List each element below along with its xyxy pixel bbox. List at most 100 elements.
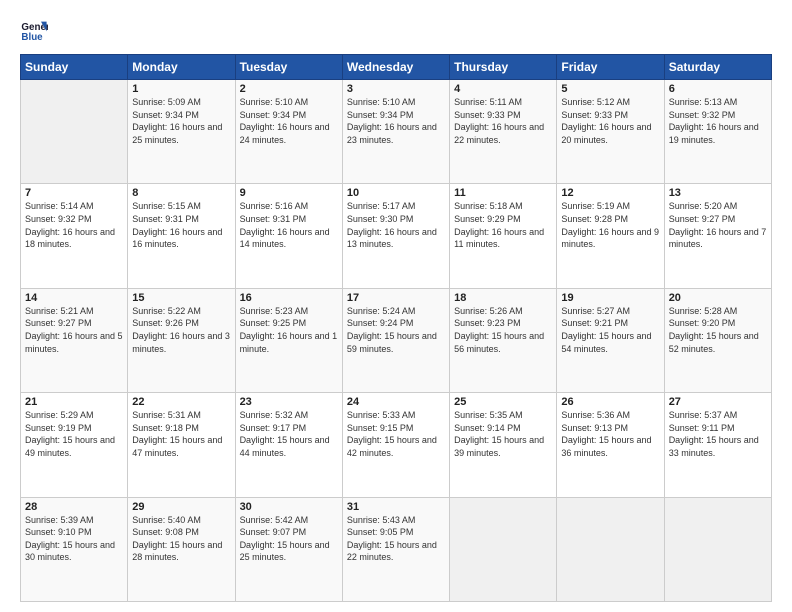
day-number: 20 [669,292,767,304]
svg-text:Blue: Blue [21,32,43,43]
day-detail: Sunrise: 5:15 AMSunset: 9:31 PMDaylight:… [132,200,230,250]
day-number: 8 [132,187,230,199]
day-number: 10 [347,187,445,199]
day-number: 7 [25,187,123,199]
weekday-header-tuesday: Tuesday [235,55,342,80]
calendar-cell: 18Sunrise: 5:26 AMSunset: 9:23 PMDayligh… [450,288,557,392]
day-number: 30 [240,501,338,513]
day-detail: Sunrise: 5:13 AMSunset: 9:32 PMDaylight:… [669,96,767,146]
calendar-cell: 9Sunrise: 5:16 AMSunset: 9:31 PMDaylight… [235,184,342,288]
day-number: 14 [25,292,123,304]
day-number: 26 [561,396,659,408]
day-detail: Sunrise: 5:29 AMSunset: 9:19 PMDaylight:… [25,409,123,459]
calendar-cell: 31Sunrise: 5:43 AMSunset: 9:05 PMDayligh… [342,497,449,601]
calendar-cell: 29Sunrise: 5:40 AMSunset: 9:08 PMDayligh… [128,497,235,601]
day-detail: Sunrise: 5:20 AMSunset: 9:27 PMDaylight:… [669,200,767,250]
day-detail: Sunrise: 5:26 AMSunset: 9:23 PMDaylight:… [454,305,552,355]
weekday-header-monday: Monday [128,55,235,80]
week-row-0: 1Sunrise: 5:09 AMSunset: 9:34 PMDaylight… [21,80,772,184]
calendar-cell: 21Sunrise: 5:29 AMSunset: 9:19 PMDayligh… [21,393,128,497]
calendar-cell: 16Sunrise: 5:23 AMSunset: 9:25 PMDayligh… [235,288,342,392]
calendar-cell: 27Sunrise: 5:37 AMSunset: 9:11 PMDayligh… [664,393,771,497]
calendar-cell: 10Sunrise: 5:17 AMSunset: 9:30 PMDayligh… [342,184,449,288]
day-detail: Sunrise: 5:10 AMSunset: 9:34 PMDaylight:… [240,96,338,146]
day-number: 25 [454,396,552,408]
header: General Blue [20,16,772,44]
week-row-2: 14Sunrise: 5:21 AMSunset: 9:27 PMDayligh… [21,288,772,392]
calendar-cell: 5Sunrise: 5:12 AMSunset: 9:33 PMDaylight… [557,80,664,184]
day-number: 9 [240,187,338,199]
calendar-cell: 26Sunrise: 5:36 AMSunset: 9:13 PMDayligh… [557,393,664,497]
calendar-cell: 28Sunrise: 5:39 AMSunset: 9:10 PMDayligh… [21,497,128,601]
calendar-cell: 11Sunrise: 5:18 AMSunset: 9:29 PMDayligh… [450,184,557,288]
logo: General Blue [20,16,48,44]
day-number: 24 [347,396,445,408]
day-number: 27 [669,396,767,408]
calendar-cell [557,497,664,601]
day-detail: Sunrise: 5:27 AMSunset: 9:21 PMDaylight:… [561,305,659,355]
day-detail: Sunrise: 5:12 AMSunset: 9:33 PMDaylight:… [561,96,659,146]
day-number: 16 [240,292,338,304]
calendar-table: SundayMondayTuesdayWednesdayThursdayFrid… [20,54,772,602]
day-detail: Sunrise: 5:31 AMSunset: 9:18 PMDaylight:… [132,409,230,459]
day-number: 15 [132,292,230,304]
day-detail: Sunrise: 5:36 AMSunset: 9:13 PMDaylight:… [561,409,659,459]
day-detail: Sunrise: 5:17 AMSunset: 9:30 PMDaylight:… [347,200,445,250]
week-row-4: 28Sunrise: 5:39 AMSunset: 9:10 PMDayligh… [21,497,772,601]
day-detail: Sunrise: 5:23 AMSunset: 9:25 PMDaylight:… [240,305,338,355]
day-detail: Sunrise: 5:40 AMSunset: 9:08 PMDaylight:… [132,514,230,564]
day-detail: Sunrise: 5:43 AMSunset: 9:05 PMDaylight:… [347,514,445,564]
day-detail: Sunrise: 5:28 AMSunset: 9:20 PMDaylight:… [669,305,767,355]
day-detail: Sunrise: 5:18 AMSunset: 9:29 PMDaylight:… [454,200,552,250]
calendar-cell: 23Sunrise: 5:32 AMSunset: 9:17 PMDayligh… [235,393,342,497]
weekday-header-friday: Friday [557,55,664,80]
calendar-cell: 20Sunrise: 5:28 AMSunset: 9:20 PMDayligh… [664,288,771,392]
calendar-cell: 17Sunrise: 5:24 AMSunset: 9:24 PMDayligh… [342,288,449,392]
weekday-header-wednesday: Wednesday [342,55,449,80]
weekday-header-row: SundayMondayTuesdayWednesdayThursdayFrid… [21,55,772,80]
day-detail: Sunrise: 5:21 AMSunset: 9:27 PMDaylight:… [25,305,123,355]
day-detail: Sunrise: 5:39 AMSunset: 9:10 PMDaylight:… [25,514,123,564]
day-number: 18 [454,292,552,304]
calendar-cell: 22Sunrise: 5:31 AMSunset: 9:18 PMDayligh… [128,393,235,497]
logo-icon: General Blue [20,16,48,44]
day-number: 17 [347,292,445,304]
day-number: 12 [561,187,659,199]
day-detail: Sunrise: 5:24 AMSunset: 9:24 PMDaylight:… [347,305,445,355]
calendar-cell: 4Sunrise: 5:11 AMSunset: 9:33 PMDaylight… [450,80,557,184]
calendar-cell: 15Sunrise: 5:22 AMSunset: 9:26 PMDayligh… [128,288,235,392]
day-detail: Sunrise: 5:16 AMSunset: 9:31 PMDaylight:… [240,200,338,250]
day-number: 13 [669,187,767,199]
day-detail: Sunrise: 5:19 AMSunset: 9:28 PMDaylight:… [561,200,659,250]
day-number: 4 [454,83,552,95]
calendar-cell [21,80,128,184]
weekday-header-sunday: Sunday [21,55,128,80]
calendar-cell: 30Sunrise: 5:42 AMSunset: 9:07 PMDayligh… [235,497,342,601]
day-number: 21 [25,396,123,408]
calendar-cell: 25Sunrise: 5:35 AMSunset: 9:14 PMDayligh… [450,393,557,497]
weekday-header-thursday: Thursday [450,55,557,80]
day-detail: Sunrise: 5:22 AMSunset: 9:26 PMDaylight:… [132,305,230,355]
calendar-cell: 2Sunrise: 5:10 AMSunset: 9:34 PMDaylight… [235,80,342,184]
calendar-cell [664,497,771,601]
calendar-page: General Blue SundayMondayTuesdayWednesda… [0,0,792,612]
week-row-1: 7Sunrise: 5:14 AMSunset: 9:32 PMDaylight… [21,184,772,288]
day-number: 11 [454,187,552,199]
day-number: 2 [240,83,338,95]
calendar-cell: 8Sunrise: 5:15 AMSunset: 9:31 PMDaylight… [128,184,235,288]
day-number: 3 [347,83,445,95]
calendar-cell [450,497,557,601]
day-number: 19 [561,292,659,304]
calendar-cell: 12Sunrise: 5:19 AMSunset: 9:28 PMDayligh… [557,184,664,288]
day-detail: Sunrise: 5:11 AMSunset: 9:33 PMDaylight:… [454,96,552,146]
week-row-3: 21Sunrise: 5:29 AMSunset: 9:19 PMDayligh… [21,393,772,497]
day-number: 22 [132,396,230,408]
calendar-cell: 19Sunrise: 5:27 AMSunset: 9:21 PMDayligh… [557,288,664,392]
day-number: 28 [25,501,123,513]
day-number: 1 [132,83,230,95]
weekday-header-saturday: Saturday [664,55,771,80]
day-detail: Sunrise: 5:32 AMSunset: 9:17 PMDaylight:… [240,409,338,459]
day-number: 31 [347,501,445,513]
day-number: 5 [561,83,659,95]
calendar-cell: 13Sunrise: 5:20 AMSunset: 9:27 PMDayligh… [664,184,771,288]
